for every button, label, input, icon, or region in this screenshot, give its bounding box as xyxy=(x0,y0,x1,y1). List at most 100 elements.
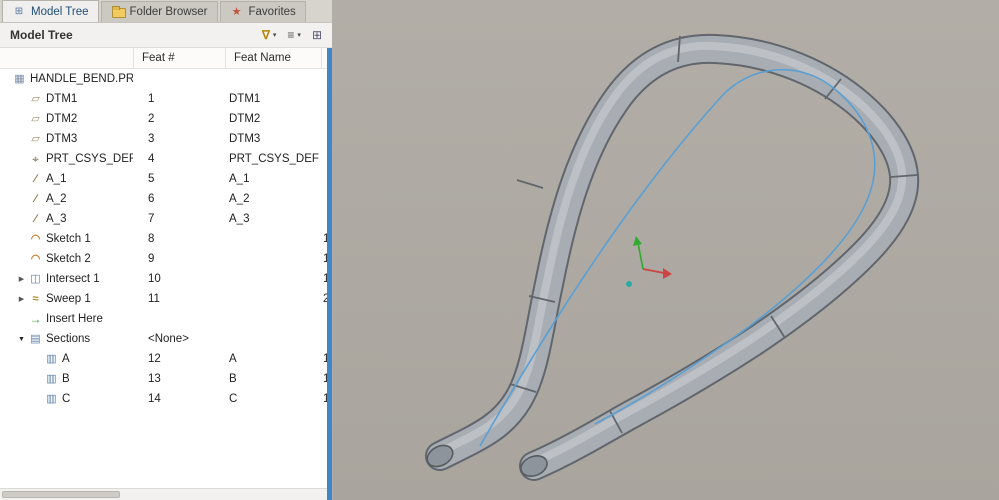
tree-row[interactable]: ∕ A_2 6 A_2 xyxy=(0,189,332,209)
feat-name-cell: B xyxy=(229,373,237,385)
tree-item: ▥ A xyxy=(0,349,133,369)
tree-row[interactable]: ∕ A_1 5 A_1 xyxy=(0,169,332,189)
part-icon: ▦ xyxy=(14,72,25,85)
tree-row[interactable]: → Insert Here xyxy=(0,309,332,329)
feat-number-cell: 6 xyxy=(148,193,155,205)
datum-plane-icon: ▱ xyxy=(31,92,40,105)
tab-favorites[interactable]: ★ Favorites xyxy=(219,1,306,22)
tree-row[interactable]: ▼ ▤ Sections <None> xyxy=(0,329,332,349)
feat-number-cell: 5 xyxy=(148,173,155,185)
tree-item: ◠ Sketch 1 xyxy=(0,229,133,249)
tree-row[interactable]: ◠Sketch 181 xyxy=(0,229,332,249)
section-icon: ▥ xyxy=(46,352,57,365)
axis-icon: ∕ xyxy=(34,172,37,185)
tree-item: ▼ ▤ Sections xyxy=(0,329,133,349)
dropdown-caret-icon: ▾ xyxy=(272,32,277,39)
panel-splitter[interactable] xyxy=(327,48,332,500)
tree-item: ◠ Sketch 2 xyxy=(0,249,133,269)
tree-row[interactable]: ▱ DTM3 3 DTM3 xyxy=(0,129,332,149)
intersect-icon: ◫ xyxy=(30,272,41,285)
feat-number-cell: 2 xyxy=(148,113,155,125)
column-header[interactable]: Feat # xyxy=(133,48,225,68)
insert-here-icon: → xyxy=(29,312,42,326)
sketch-icon: ◠ xyxy=(30,252,41,265)
tree-item: ⌖ PRT_CSYS_DEF xyxy=(0,149,133,169)
columns-icon: ⊞ xyxy=(311,29,322,41)
tree-item: ▦ HANDLE_BEND.PRT xyxy=(0,69,133,89)
tree-row[interactable]: ▱ DTM2 2 DTM2 xyxy=(0,109,332,129)
tree-item: → Insert Here xyxy=(0,309,133,329)
tree-item-label: C xyxy=(62,393,71,405)
horizontal-scrollbar[interactable] xyxy=(0,488,332,500)
section-icon: ▥ xyxy=(46,372,57,385)
tree-item-label: B xyxy=(62,373,70,385)
feat-name-cell: A_3 xyxy=(229,213,250,225)
csys-icon: ⌖ xyxy=(32,152,39,166)
csys-triad xyxy=(626,236,672,287)
model-tree-icon: ⊞ xyxy=(14,5,24,17)
tree-item: ∕ A_1 xyxy=(0,169,133,189)
tree-row[interactable]: ▶◫Intersect 1101 xyxy=(0,269,332,289)
graphics-viewport[interactable] xyxy=(333,0,999,500)
tree-item: ▱ DTM1 xyxy=(0,89,133,109)
dropdown-caret-icon: ▾ xyxy=(297,32,301,39)
tree-row[interactable]: ▥A12A1 xyxy=(0,349,332,369)
tree-item: ▱ DTM2 xyxy=(0,109,133,129)
feat-name-cell: A_2 xyxy=(229,193,250,205)
feat-number-cell: 11 xyxy=(148,293,160,305)
tab-folder-browser[interactable]: Folder Browser xyxy=(100,1,218,22)
tab-model-tree[interactable]: ⊞ Model Tree xyxy=(2,0,99,22)
collapse-arrow-icon[interactable]: ▼ xyxy=(15,336,28,343)
csys-origin-point xyxy=(626,281,632,287)
horizontal-scrollbar-thumb[interactable] xyxy=(2,491,120,498)
expand-arrow-icon[interactable]: ▶ xyxy=(15,295,28,303)
sweep-icon: ≈ xyxy=(32,292,39,305)
csys-x-arrowhead xyxy=(663,268,672,279)
feat-number-cell: 4 xyxy=(148,153,155,165)
tree-row[interactable]: ⌖ PRT_CSYS_DEF 4 PRT_CSYS_DEF xyxy=(0,149,332,169)
tree-row[interactable]: ▥C14C1 xyxy=(0,389,332,409)
panel-toolbar: ∇ ▾ ≡ ▾ ⊞ xyxy=(262,29,326,41)
feat-number-cell: 8 xyxy=(148,233,155,245)
expand-arrow-icon[interactable]: ▶ xyxy=(15,275,28,283)
tree-row[interactable]: ▶≈Sweep 1112 xyxy=(0,289,332,309)
filter-button[interactable]: ∇ ▾ xyxy=(262,29,277,41)
sections-icon: ▤ xyxy=(30,332,41,345)
settings-button[interactable]: ≡ ▾ xyxy=(287,29,301,41)
tree-row[interactable]: ▦ HANDLE_BEND.PRT xyxy=(0,69,332,89)
column-header-tree xyxy=(0,48,133,68)
column-header[interactable]: Feat Name xyxy=(225,48,321,68)
feat-name-cell: A_1 xyxy=(229,173,250,185)
feat-number-cell: 1 xyxy=(148,93,155,105)
tree-row[interactable]: ∕ A_3 7 A_3 xyxy=(0,209,332,229)
tree-item-label: Sketch 1 xyxy=(46,233,91,245)
tree-row[interactable]: ▱ DTM1 1 DTM1 xyxy=(0,89,332,109)
feat-number-cell: 13 xyxy=(148,373,161,385)
feat-number-cell: 7 xyxy=(148,213,155,225)
columns-button[interactable]: ⊞ xyxy=(312,29,322,41)
tree-item-label: A xyxy=(62,353,70,365)
tree-row[interactable]: ▥B13B1 xyxy=(0,369,332,389)
tree-row[interactable]: ◠Sketch 291 xyxy=(0,249,332,269)
tree-item: ▥ B xyxy=(0,369,133,389)
filter-icon: ∇ xyxy=(261,29,270,41)
tree-item: ∕ A_3 xyxy=(0,209,133,229)
tree-item: ▶ ≈ Sweep 1 xyxy=(0,289,133,309)
tree-item-label: Sketch 2 xyxy=(46,253,91,265)
axis-icon: ∕ xyxy=(34,212,37,225)
sketch-icon: ◠ xyxy=(30,232,41,245)
tree-item: ∕ A_2 xyxy=(0,189,133,209)
folder-icon xyxy=(111,6,126,18)
